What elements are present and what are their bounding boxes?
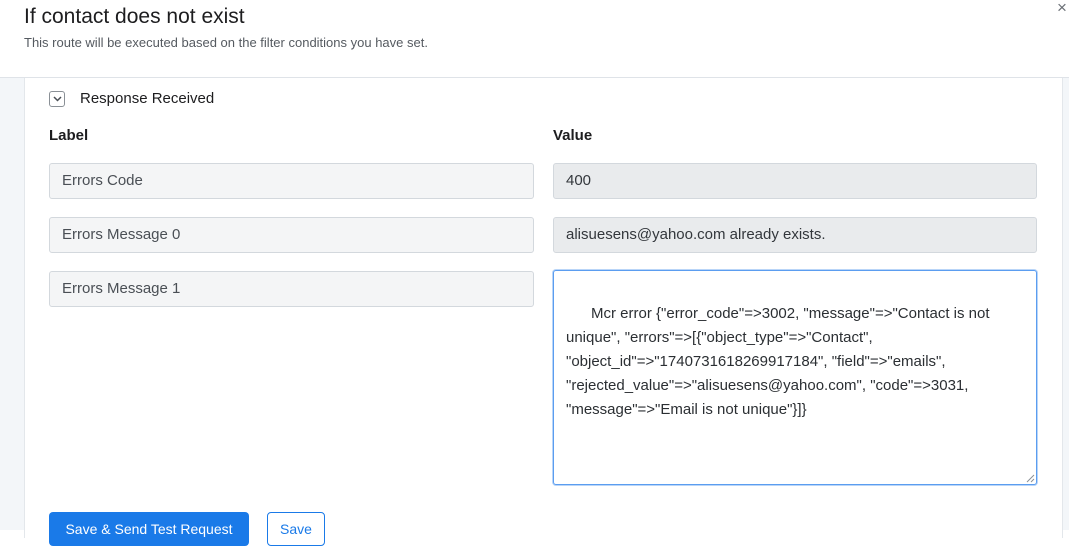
label-field-errors-message-0[interactable]: Errors Message 0: [49, 217, 534, 253]
save-button[interactable]: Save: [267, 512, 325, 546]
value-field-errors-message-0[interactable]: alisuesens@yahoo.com already exists.: [553, 217, 1037, 253]
value-text: Mcr error {"error_code"=>3002, "message"…: [566, 305, 994, 418]
response-panel: Response Received Label Value Errors Cod…: [24, 78, 1063, 546]
label-column-header: Label: [49, 127, 89, 144]
resize-grip-icon[interactable]: [1026, 474, 1035, 483]
modal-header: If contact does not exist This route wil…: [0, 0, 1069, 78]
value-textarea-errors-message-1[interactable]: Mcr error {"error_code"=>3002, "message"…: [553, 270, 1037, 485]
collapse-toggle[interactable]: [49, 91, 65, 107]
value-column-header: Value: [553, 127, 593, 144]
save-and-send-test-button[interactable]: Save & Send Test Request: [49, 512, 249, 546]
modal-title: If contact does not exist: [24, 5, 245, 28]
value-field-errors-code[interactable]: 400: [553, 163, 1037, 199]
chevron-down-icon: [53, 96, 62, 102]
label-field-errors-message-1[interactable]: Errors Message 1: [49, 271, 534, 307]
modal-body: Response Received Label Value Errors Cod…: [0, 78, 1069, 546]
close-icon[interactable]: ×: [1054, 0, 1069, 16]
section-title: Response Received: [80, 90, 215, 107]
modal-subtitle: This route will be executed based on the…: [24, 35, 428, 50]
label-field-errors-code[interactable]: Errors Code: [49, 163, 534, 199]
